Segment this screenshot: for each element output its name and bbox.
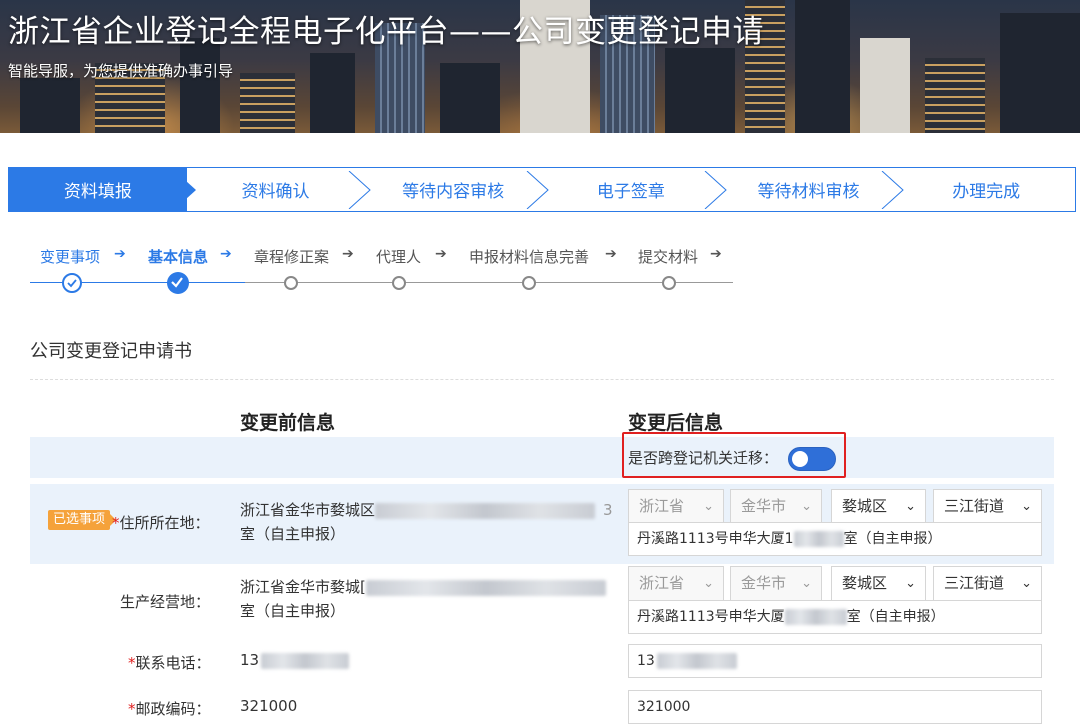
redacted-text xyxy=(365,579,606,596)
substep-articles-amendment[interactable]: 章程修正案 xyxy=(254,246,329,267)
banner-building xyxy=(240,73,295,133)
phone-input[interactable]: 13 xyxy=(628,644,1042,678)
process-step-label: 等待内容审核 xyxy=(402,182,505,202)
sub-steps-line-todo xyxy=(245,282,733,283)
check-icon xyxy=(62,273,82,293)
substep-arrow-icon: ➔ xyxy=(710,246,722,262)
divider xyxy=(30,379,1054,380)
residence-city-select[interactable]: 金华市 ⌄ xyxy=(730,489,822,524)
chevron-down-icon: ⌄ xyxy=(703,576,714,591)
toggle-knob xyxy=(792,451,808,467)
process-steps: 资料填报 资料确认 等待内容审核 电子签章 等待材料审核 办理完成 xyxy=(8,167,1076,212)
residence-district-select[interactable]: 婺城区 ⌄ xyxy=(831,489,926,524)
process-step-label: 资料填报 xyxy=(63,182,132,202)
residence-street-select[interactable]: 三江街道 ⌄ xyxy=(933,489,1042,524)
process-step-label: 电子签章 xyxy=(596,182,665,202)
banner-building xyxy=(310,53,355,133)
chevron-down-icon: ⌄ xyxy=(905,576,916,591)
business-detail-input[interactable]: 丹溪路1113号申华大厦 室（自主申报） xyxy=(628,600,1042,634)
residence-province-select[interactable]: 浙江省 ⌄ xyxy=(628,489,724,524)
check-icon xyxy=(167,272,189,294)
banner-building xyxy=(795,0,850,133)
redacted-text xyxy=(375,502,596,519)
substep-arrow-icon: ➔ xyxy=(435,246,447,262)
cross-migration-label: 是否跨登记机关迁移： xyxy=(628,449,779,467)
form-title: 公司变更登记申请书 xyxy=(30,341,192,362)
banner-building xyxy=(925,58,985,133)
process-step-label: 办理完成 xyxy=(952,182,1021,202)
migration-row-bg xyxy=(30,437,1054,478)
cross-migration-toggle[interactable] xyxy=(788,447,836,471)
banner-building xyxy=(440,63,500,133)
chevron-down-icon: ⌄ xyxy=(1021,499,1032,514)
substep-arrow-icon: ➔ xyxy=(342,246,354,262)
after-info-header: 变更后信息 xyxy=(628,412,724,434)
process-step-content-review[interactable]: 等待内容审核 xyxy=(364,168,549,211)
redacted-text xyxy=(261,652,350,669)
postcode-label: *邮政编码： xyxy=(128,700,211,718)
phone-label: *联系电话： xyxy=(128,654,211,672)
substep-arrow-icon: ➔ xyxy=(605,246,617,262)
postcode-before: 321000 xyxy=(240,697,298,715)
business-address-label: 生产经营地： xyxy=(120,593,211,611)
substep-arrow-icon: ➔ xyxy=(220,246,232,262)
business-street-select[interactable]: 三江街道 ⌄ xyxy=(933,566,1042,601)
residence-label: *住所所在地： xyxy=(112,514,210,532)
step-node-icon xyxy=(392,276,406,290)
business-province-select[interactable]: 浙江省 ⌄ xyxy=(628,566,724,601)
redacted-text xyxy=(656,653,737,669)
chevron-down-icon: ⌄ xyxy=(801,576,812,591)
residence-detail-input[interactable]: 丹溪路1113号申华大厦1 室（自主申报） xyxy=(628,522,1042,556)
page-subtitle: 智能导服，为您提供准确办事引导 xyxy=(8,62,234,80)
step-node-icon xyxy=(522,276,536,290)
business-before: 浙江省金华市婺城[ 室（自主申报） xyxy=(240,575,606,623)
chevron-down-icon: ⌄ xyxy=(905,499,916,514)
substep-material-info[interactable]: 申报材料信息完善 xyxy=(469,246,589,267)
chevron-down-icon: ⌄ xyxy=(1021,576,1032,591)
step-node-icon xyxy=(284,276,298,290)
phone-before: 13 xyxy=(240,648,350,672)
header-banner: 浙江省企业登记全程电子化平台——公司变更登记申请 智能导服，为您提供准确办事引导 xyxy=(0,0,1080,133)
substep-submit-materials[interactable]: 提交材料 xyxy=(638,246,698,267)
substep-agent[interactable]: 代理人 xyxy=(376,246,421,267)
process-step-fill[interactable]: 资料填报 xyxy=(9,168,196,211)
postcode-input[interactable]: 321000 xyxy=(628,690,1042,724)
banner-building xyxy=(1000,13,1080,133)
business-city-select[interactable]: 金华市 ⌄ xyxy=(730,566,822,601)
substep-basic-info[interactable]: 基本信息 xyxy=(148,246,208,267)
chevron-down-icon: ⌄ xyxy=(703,499,714,514)
banner-building xyxy=(20,78,80,133)
business-district-select[interactable]: 婺城区 ⌄ xyxy=(831,566,926,601)
before-info-header: 变更前信息 xyxy=(240,412,336,434)
selected-badge: 已选事项 xyxy=(48,510,117,530)
banner-building xyxy=(665,48,735,133)
page-title: 浙江省企业登记全程电子化平台——公司变更登记申请 xyxy=(8,14,764,50)
substep-change-items[interactable]: 变更事项 xyxy=(40,246,100,267)
redacted-text xyxy=(784,609,847,625)
process-step-label: 资料确认 xyxy=(241,182,310,202)
banner-building xyxy=(860,38,910,133)
chevron-down-icon: ⌄ xyxy=(801,499,812,514)
residence-before: 浙江省金华市婺城区 3 室（自主申报） xyxy=(240,501,613,543)
sub-steps: 变更事项 ➔ 基本信息 ➔ 章程修正案 ➔ 代理人 ➔ 申报材料信息完善 ➔ 提… xyxy=(30,241,740,296)
step-node-icon xyxy=(662,276,676,290)
substep-arrow-icon: ➔ xyxy=(114,246,126,262)
process-step-signature[interactable]: 电子签章 xyxy=(542,168,727,211)
banner-building xyxy=(180,38,220,133)
process-step-material-review[interactable]: 等待材料审核 xyxy=(720,168,905,211)
redacted-text xyxy=(793,531,844,547)
process-step-confirm[interactable]: 资料确认 xyxy=(187,168,372,211)
process-step-label: 等待材料审核 xyxy=(757,182,860,202)
process-step-complete[interactable]: 办理完成 xyxy=(897,168,1075,211)
